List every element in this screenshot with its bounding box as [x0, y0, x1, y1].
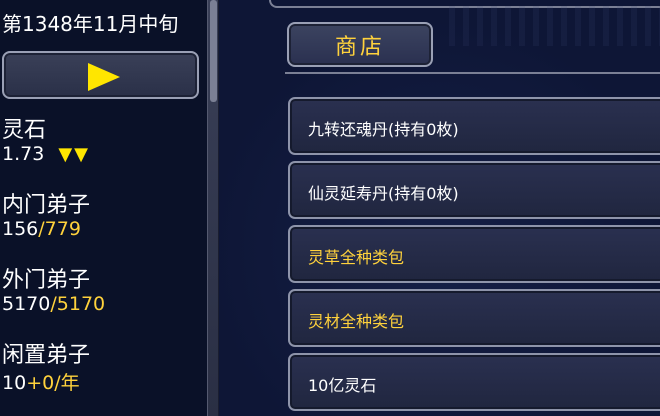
- outer-disciples-current: 5170: [2, 293, 51, 315]
- shop-item-herb-pack[interactable]: 灵草全种类包: [288, 225, 660, 283]
- shop-item-lingshi[interactable]: 10亿灵石: [288, 353, 660, 411]
- outer-disciples-label: 外门弟子: [2, 268, 91, 293]
- idle-disciples-rate: +0/年: [26, 372, 80, 394]
- outer-disciples-value: 5170/5170: [2, 293, 105, 315]
- shop-item-label: 10亿灵石: [308, 376, 377, 395]
- shop-title: 商店: [334, 34, 385, 60]
- decrease-arrows-icon: ▼▼: [58, 144, 90, 165]
- shop-item-label: 九转还魂丹(持有0枚): [308, 120, 459, 139]
- lingshi-value: 1.73: [2, 143, 45, 165]
- game-date: 第1348年11月中旬: [2, 12, 179, 36]
- idle-disciples-current: 10: [2, 372, 27, 394]
- idle-disciples-label: 闲置弟子: [2, 343, 91, 368]
- left-panel-scrollbar[interactable]: [207, 0, 219, 416]
- shop-item-label: 灵草全种类包: [308, 248, 405, 267]
- advance-time-button[interactable]: [2, 51, 199, 99]
- shop-item-longevity-pill[interactable]: 仙灵延寿丹(持有0枚): [288, 161, 660, 219]
- shop-item-material-pack[interactable]: 灵材全种类包: [288, 289, 660, 347]
- inner-disciples-current: 156: [2, 218, 39, 240]
- idle-disciples-value: 10+0/年: [2, 368, 80, 395]
- scrollbar-thumb[interactable]: [210, 0, 217, 102]
- shop-item-label: 仙灵延寿丹(持有0枚): [308, 184, 459, 203]
- lingshi-value-row: 1.73 ▼▼: [2, 143, 90, 165]
- shop-item-label: 灵材全种类包: [308, 312, 405, 331]
- shop-divider: [285, 72, 660, 74]
- shop-tab[interactable]: 商店: [287, 22, 433, 67]
- inner-disciples-max: /779: [38, 218, 81, 240]
- inner-disciples-label: 内门弟子: [2, 193, 91, 218]
- status-panel: 第1348年11月中旬 灵石 1.73 ▼▼ 内门弟子 156/779 外门弟子 …: [0, 0, 210, 416]
- shop-panel: 商店 九转还魂丹(持有0枚) 仙灵延寿丹(持有0枚) 灵草全种类包 灵材全种类包…: [219, 0, 660, 416]
- background-ornament: [449, 6, 660, 46]
- shop-item-revival-pill[interactable]: 九转还魂丹(持有0枚): [288, 97, 660, 155]
- play-icon: [88, 63, 120, 91]
- outer-disciples-max: /5170: [50, 293, 106, 315]
- inner-disciples-value: 156/779: [2, 218, 81, 240]
- lingshi-label: 灵石: [2, 118, 47, 143]
